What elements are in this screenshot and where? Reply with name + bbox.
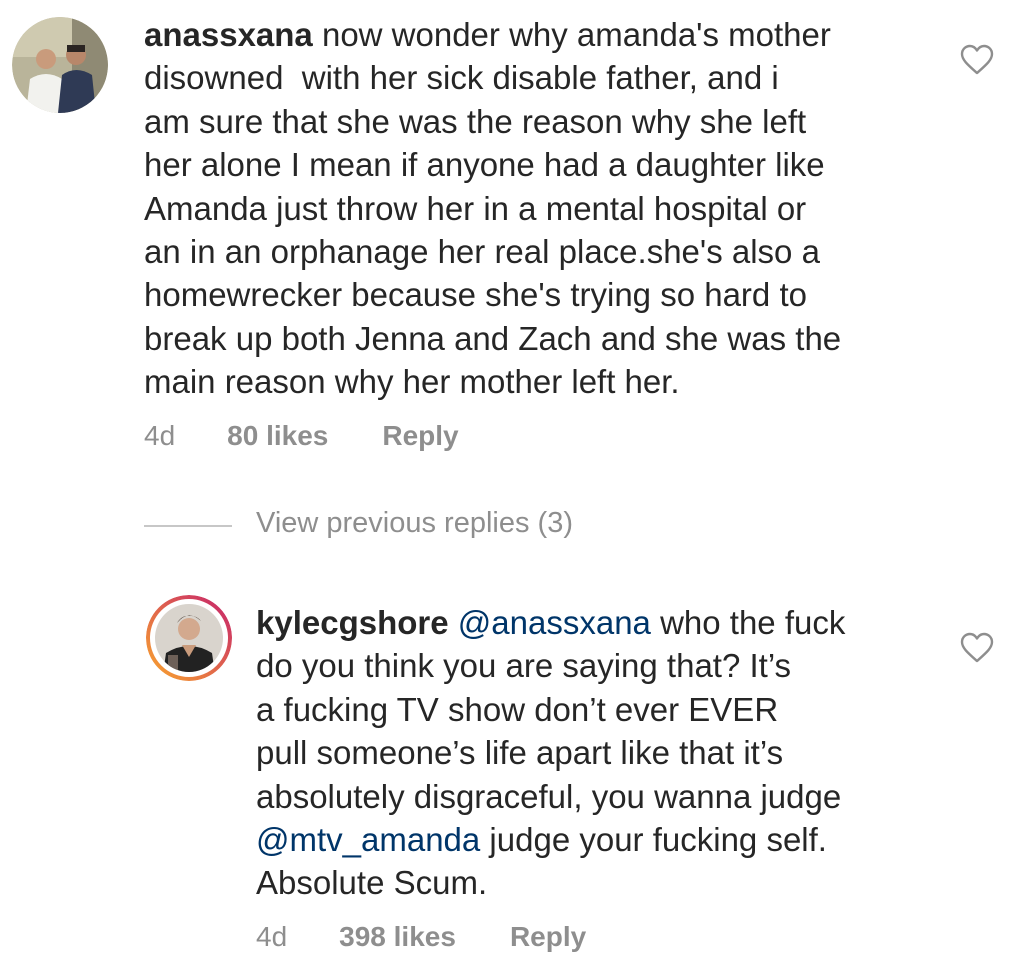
mention-link[interactable]: @mtv_amanda bbox=[256, 821, 480, 858]
reply-line: a fucking TV show don’t ever EVER bbox=[256, 690, 779, 728]
reply-line: Absolute Scum. bbox=[256, 864, 488, 902]
reply-line: who the fuck bbox=[650, 604, 846, 641]
reply-button[interactable]: Reply bbox=[510, 921, 586, 953]
comment-line: disowned with her sick disable father, a… bbox=[144, 59, 779, 97]
comment-meta: 4d 80 likes Reply bbox=[144, 420, 459, 452]
comment-line: break up both Jenna and Zach and she was… bbox=[144, 319, 842, 357]
comment-line: am sure that she was the reason why she … bbox=[144, 102, 807, 140]
comment-text: anassxana now wonder why amanda's mother… bbox=[144, 13, 944, 404]
reply-line: pull someone’s life apart like that it’s bbox=[256, 734, 784, 772]
comment-line: her alone I mean if anyone had a daughte… bbox=[144, 146, 825, 184]
avatar-anassxana[interactable] bbox=[12, 17, 108, 113]
comment-time: 4d bbox=[144, 420, 176, 451]
comment-line: main reason why her mother left her. bbox=[144, 363, 680, 401]
reply-line: do you think you are saying that? It’s bbox=[256, 647, 792, 685]
comment-line: Amanda just throw her in a mental hospit… bbox=[144, 189, 807, 227]
comment-line: an in an orphanage her real place.she's … bbox=[144, 233, 820, 271]
heart-outline-icon[interactable] bbox=[960, 632, 994, 664]
reply-button[interactable]: Reply bbox=[382, 420, 458, 452]
comment-line: homewrecker because she's trying so hard… bbox=[144, 276, 807, 314]
view-previous-replies-button[interactable]: View previous replies (3) bbox=[256, 507, 573, 540]
replies-divider bbox=[144, 525, 232, 527]
reply-line: absolutely disgraceful, you wanna judge bbox=[256, 777, 842, 815]
reply-text: kylecgshore @anassxana who the fuck do y… bbox=[256, 601, 976, 905]
reply-line: judge your fucking self. bbox=[480, 821, 827, 859]
comment-line: now wonder why amanda's mother bbox=[312, 16, 831, 53]
heart-outline-icon[interactable] bbox=[960, 44, 994, 76]
reply-username[interactable]: kylecgshore bbox=[256, 604, 449, 641]
likes-count[interactable]: 398 likes bbox=[339, 921, 456, 953]
likes-count[interactable]: 80 likes bbox=[227, 420, 328, 452]
mention-link[interactable]: @anassxana bbox=[458, 604, 651, 641]
reply-time: 4d bbox=[256, 921, 288, 952]
avatar-kylecgshore[interactable] bbox=[146, 595, 232, 681]
reply-meta: 4d 398 likes Reply bbox=[256, 921, 586, 953]
comment-username[interactable]: anassxana bbox=[144, 16, 313, 53]
